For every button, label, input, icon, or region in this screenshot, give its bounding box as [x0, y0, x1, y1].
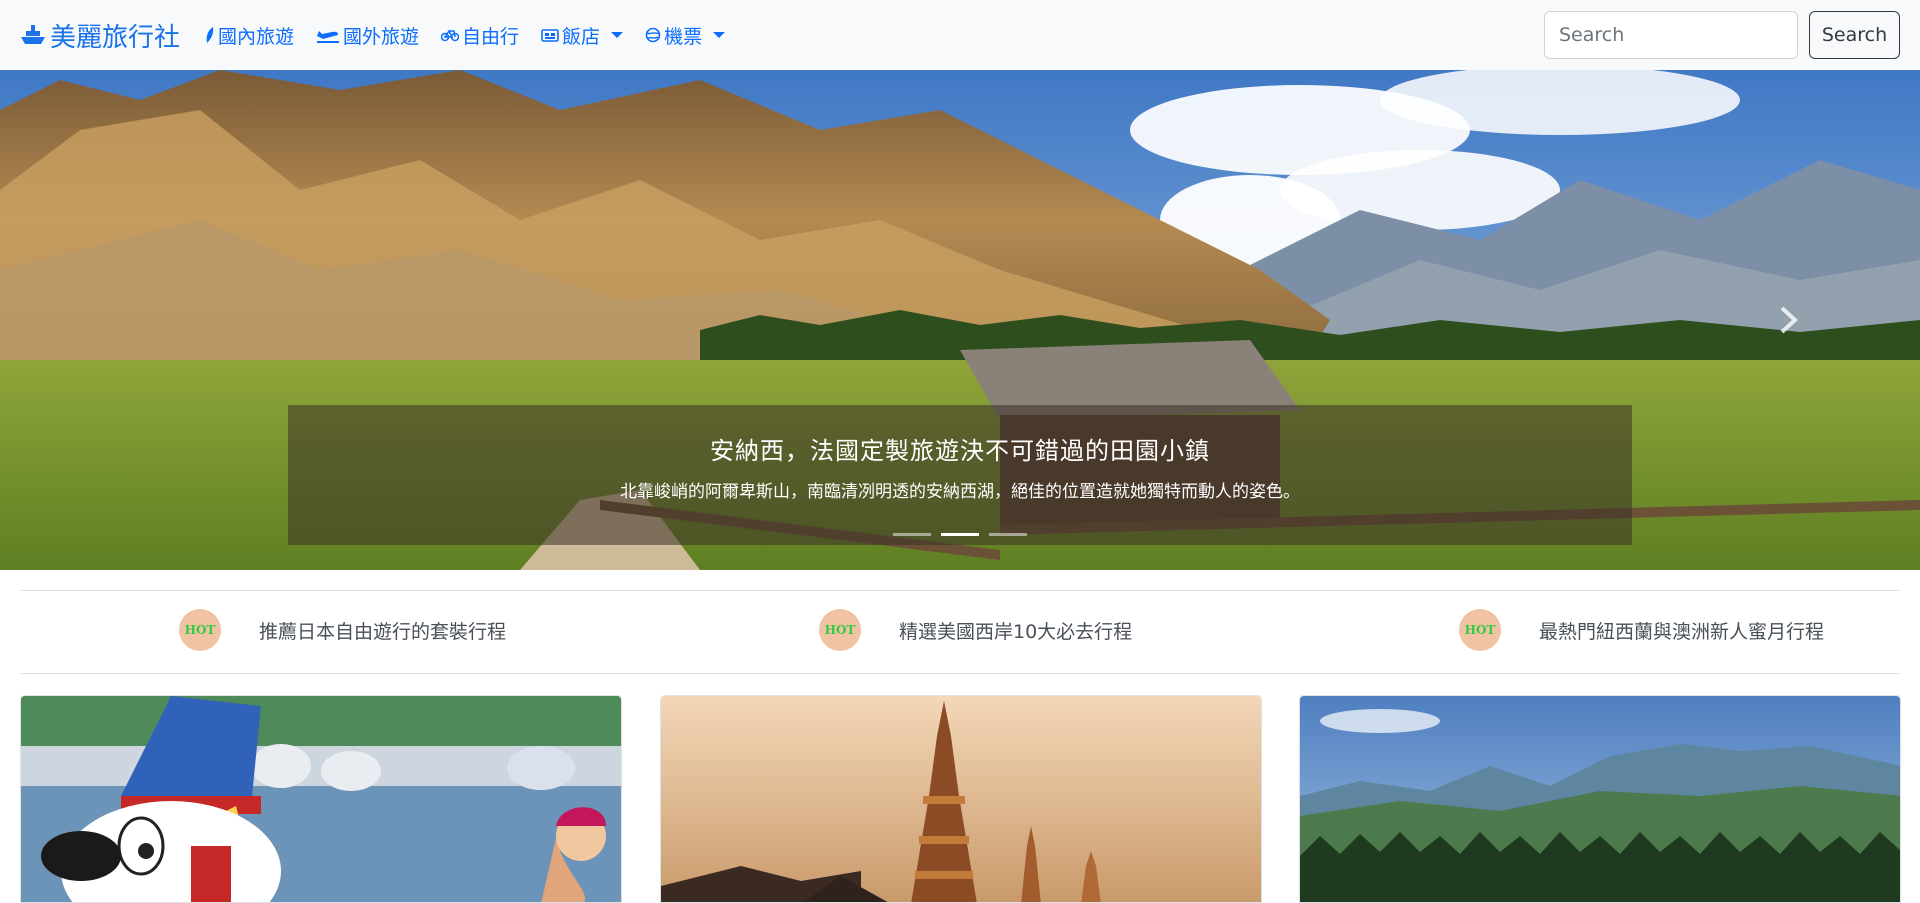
carousel-caption-text: 北靠峻峭的阿爾卑斯山，南臨清冽明透的安納西湖，絕佳的位置造就她獨特而動人的姿色。: [620, 482, 1300, 502]
chevron-down-icon: [611, 32, 624, 38]
globe-icon: [645, 27, 661, 43]
hot-item[interactable]: HOT 推薦日本自由遊行的套裝行程: [179, 606, 506, 654]
chevron-down-icon: [713, 32, 726, 38]
nav-hotel-label: 飯店: [562, 25, 601, 48]
nav-hotel-dropdown[interactable]: 飯店: [541, 22, 624, 49]
nav-free-travel[interactable]: 自由行: [441, 22, 519, 49]
hot-item-text: 推薦日本自由遊行的套裝行程: [259, 620, 507, 643]
carousel-indicators: [0, 533, 1920, 539]
tour-card[interactable]: [660, 695, 1262, 903]
leaf-icon: [206, 27, 214, 43]
hot-badge: HOT: [819, 609, 861, 651]
hero-carousel: 安納西，法國定製旅遊決不可錯過的田園小鎮 北靠峻峭的阿爾卑斯山，南臨清冽明透的安…: [0, 70, 1920, 570]
carousel-caption-title: 安納西，法國定製旅遊決不可錯過的田園小鎮: [710, 437, 1210, 465]
search-button[interactable]: Search: [1809, 11, 1900, 59]
ship-icon: [21, 25, 45, 44]
brand-label: 美麗旅行社: [50, 22, 181, 53]
carousel-next-icon[interactable]: [1778, 305, 1800, 335]
nav-overseas-tours[interactable]: 國外旅遊: [316, 22, 419, 49]
carousel-indicator[interactable]: [989, 533, 1027, 536]
nav-domestic-tours-label: 國內旅遊: [218, 25, 295, 48]
mountain-forest-image: [1300, 696, 1900, 902]
navbar: 美麗旅行社 國內旅遊 國外旅遊 自由行 飯店 機票 Search Search: [0, 0, 1920, 70]
carousel-caption: 安納西，法國定製旅遊決不可錯過的田園小鎮 北靠峻峭的阿爾卑斯山，南臨清冽明透的安…: [288, 405, 1632, 545]
hot-badge: HOT: [1459, 609, 1501, 651]
hot-item[interactable]: HOT 最熱門紐西蘭與澳洲新人蜜月行程: [1459, 606, 1824, 654]
nav-free-travel-label: 自由行: [462, 25, 520, 48]
nav-menu: 國內旅遊 國外旅遊 自由行 飯店 機票: [205, 0, 747, 70]
search-input[interactable]: [1544, 11, 1798, 59]
hot-item-text: 精選美國西岸10大必去行程: [899, 620, 1133, 643]
bicycle-icon: [441, 29, 460, 42]
nav-airfare-dropdown[interactable]: 機票: [645, 22, 726, 49]
tour-card[interactable]: [20, 695, 622, 903]
carousel-indicator[interactable]: [893, 533, 931, 536]
divider: [20, 673, 1900, 674]
hot-item[interactable]: HOT 精選美國西岸10大必去行程: [819, 606, 1132, 654]
airplane-icon: [317, 31, 340, 43]
nav-airfare-label: 機票: [664, 25, 703, 48]
divider: [20, 590, 1900, 591]
nav-domestic-tours[interactable]: 國內旅遊: [205, 22, 294, 49]
nav-overseas-tours-label: 國外旅遊: [343, 25, 420, 48]
tour-card[interactable]: [1299, 695, 1901, 903]
brand-link[interactable]: 美麗旅行社: [20, 17, 180, 53]
hotel-icon: [541, 29, 559, 42]
carousel-indicator-active[interactable]: [941, 533, 979, 536]
hot-badge: HOT: [179, 609, 221, 651]
hot-item-text: 最熱門紐西蘭與澳洲新人蜜月行程: [1539, 620, 1825, 643]
theme-park-mascot-image: [21, 696, 621, 902]
thai-temple-image: [661, 696, 1261, 902]
